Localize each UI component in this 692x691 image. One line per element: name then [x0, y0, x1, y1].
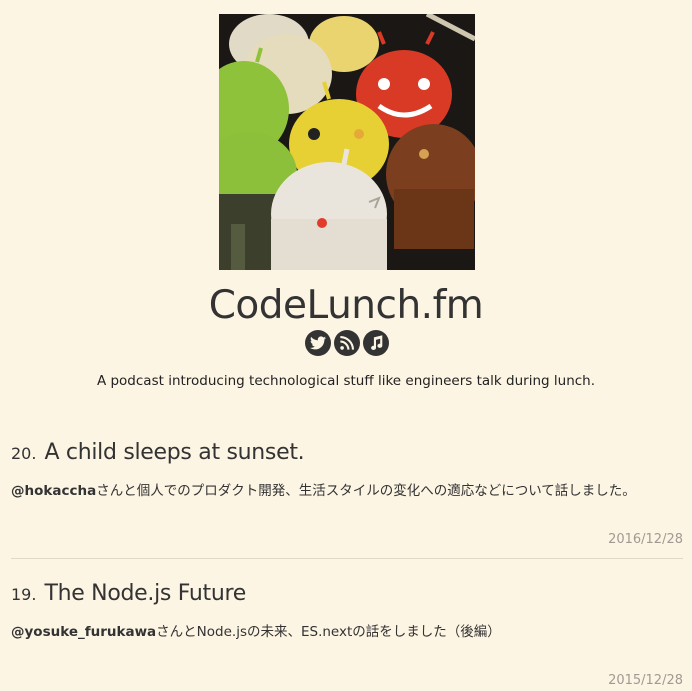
episode-summary: さんとNode.jsの未来、ES.nextの話をしました（後編）	[156, 624, 501, 640]
site-title: CodeLunch.fm	[208, 283, 484, 328]
guest-handle: @hokaccha	[11, 483, 97, 499]
episode-item: 20. A child sleeps at sunset. @hokacchaさ…	[11, 440, 683, 550]
podcast-cover-image	[219, 14, 475, 270]
episode-heading: 19. The Node.js Future	[11, 581, 683, 606]
site-tagline: A podcast introducing technological stuf…	[96, 373, 596, 389]
twitter-icon	[310, 336, 326, 350]
itunes-link[interactable]	[363, 330, 389, 356]
episode-date: 2016/12/28	[608, 532, 683, 547]
episode-heading: 20. A child sleeps at sunset.	[11, 440, 683, 465]
episode-item: 19. The Node.js Future @yosuke_furukawaさ…	[11, 581, 683, 691]
music-note-icon	[371, 335, 383, 350]
episode-divider	[11, 558, 683, 559]
rss-link[interactable]	[334, 330, 360, 356]
guest-handle: @yosuke_furukawa	[11, 624, 157, 640]
episode-title-link[interactable]: A child sleeps at sunset.	[44, 440, 304, 465]
episode-description: @hokacchaさんと個人でのプロダクト開発、生活スタイルの変化への適応などに…	[11, 479, 683, 499]
twitter-link[interactable]	[305, 330, 331, 356]
episode-summary: さんと個人でのプロダクト開発、生活スタイルの変化への適応などについて話しました。	[96, 483, 636, 499]
episode-title-link[interactable]: The Node.js Future	[44, 581, 246, 606]
episode-number: 20.	[11, 444, 37, 463]
rss-icon	[340, 336, 354, 350]
social-links	[305, 330, 389, 356]
episode-description: @yosuke_furukawaさんとNode.jsの未来、ES.nextの話を…	[11, 620, 683, 640]
episode-date: 2015/12/28	[608, 673, 683, 688]
page: CodeLunch.fm A podcast introducing techn…	[0, 0, 692, 691]
episode-number: 19.	[11, 585, 37, 604]
